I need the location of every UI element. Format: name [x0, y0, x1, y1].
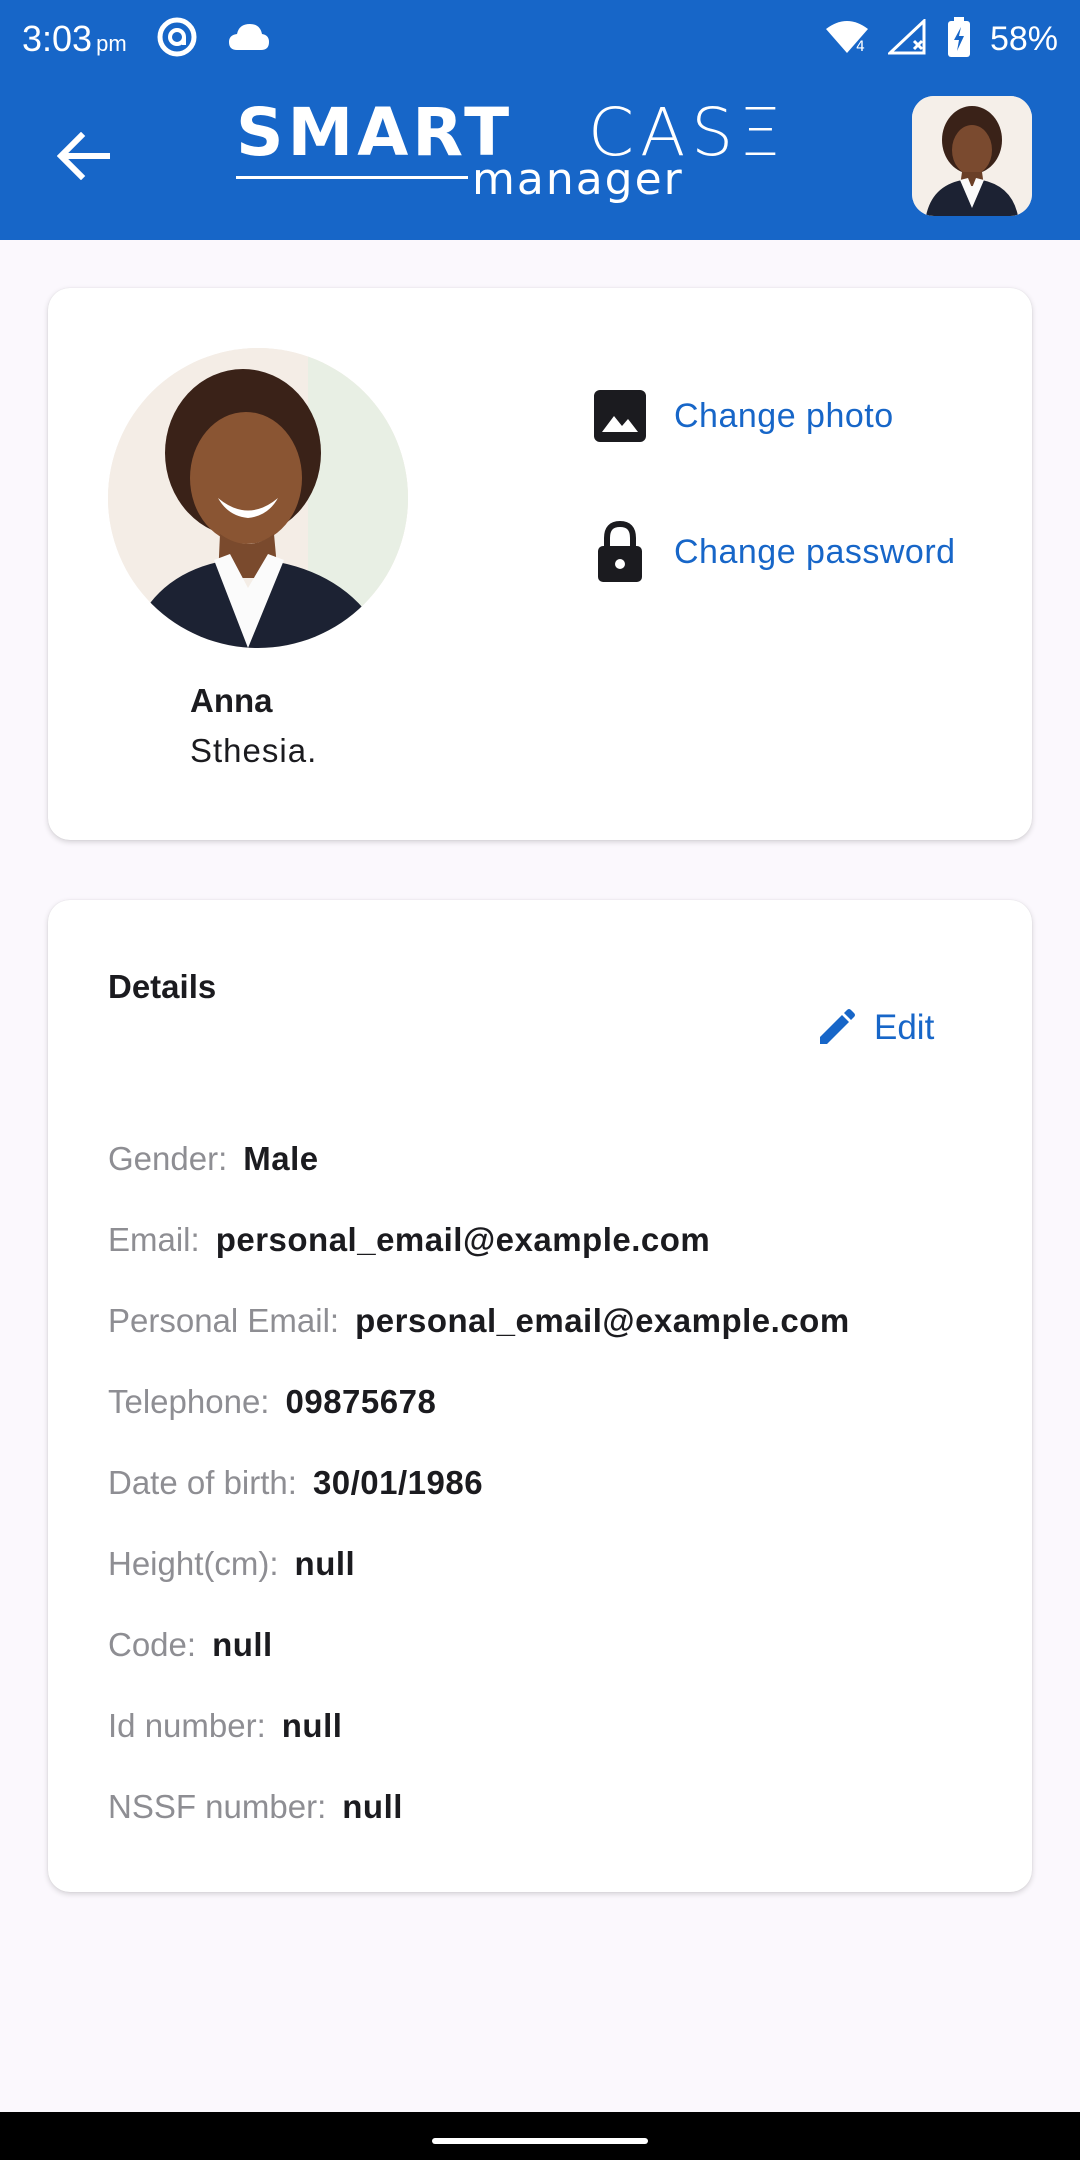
edit-button[interactable]: Edit [816, 1008, 934, 1048]
detail-value: personal_email@example.com [215, 1221, 711, 1258]
logo-manager: manager [472, 154, 684, 205]
detail-row-nssf-number: NSSF number: null [108, 1788, 403, 1826]
detail-value: 30/01/1986 [312, 1464, 484, 1501]
image-icon [594, 390, 646, 442]
battery-percent: 58% [989, 19, 1058, 58]
edit-label: Edit [874, 1008, 935, 1047]
detail-value: null [281, 1707, 343, 1744]
battery-charging-icon [946, 16, 972, 62]
details-card: Details Edit Gender: Male Email: persona… [48, 900, 1032, 1892]
svg-text:4: 4 [856, 39, 865, 55]
profile-avatar [108, 348, 408, 648]
detail-label: Email: [108, 1221, 200, 1258]
status-bar: 3:03 pm 4 58% [0, 0, 1080, 78]
app-logo: SMART CASΞ manager [236, 100, 832, 210]
profile-last-name: Sthesia. [190, 732, 318, 769]
detail-row-height: Height(cm): null [108, 1545, 355, 1583]
detail-label: Date of birth: [108, 1464, 297, 1501]
detail-label: Height(cm): [108, 1545, 279, 1582]
detail-label: NSSF number: [108, 1788, 327, 1825]
pencil-icon [820, 1009, 855, 1044]
change-photo-button[interactable]: Change photo [592, 388, 894, 444]
change-photo-label: Change photo [674, 396, 894, 435]
detail-value: null [342, 1788, 403, 1825]
wifi-icon: 4 [824, 19, 870, 60]
change-password-button[interactable]: Change password [592, 520, 956, 584]
logo-underline [236, 176, 468, 179]
detail-value: null [212, 1626, 273, 1663]
detail-label: Id number: [108, 1707, 266, 1744]
details-title: Details [108, 968, 217, 1005]
detail-row-date-of-birth: Date of birth: 30/01/1986 [108, 1464, 483, 1502]
at-sign-icon [155, 15, 199, 64]
detail-row-personal-email: Personal Email: personal_email@example.c… [108, 1302, 850, 1340]
user-avatar-button[interactable] [912, 96, 1032, 216]
back-button[interactable] [50, 122, 118, 190]
arrow-left-icon [57, 132, 110, 180]
status-time: 3:03 pm [22, 18, 127, 59]
home-gesture-handle[interactable] [432, 2138, 648, 2144]
signal-off-icon [886, 17, 928, 60]
detail-label: Gender: [108, 1140, 228, 1177]
detail-row-telephone: Telephone: 09875678 [108, 1383, 436, 1421]
change-password-label: Change password [674, 532, 956, 571]
profile-first-name: Anna [190, 682, 273, 719]
detail-value: null [294, 1545, 356, 1582]
detail-label: Code: [108, 1626, 197, 1663]
profile-card: Anna Sthesia. Change photo Change passwo… [48, 288, 1032, 840]
detail-value: Male [243, 1140, 319, 1177]
avatar-photo [912, 96, 1032, 216]
status-ampm: pm [96, 31, 127, 56]
detail-value: 09875678 [285, 1383, 437, 1420]
profile-photo [108, 348, 408, 648]
detail-label: Telephone: [108, 1383, 270, 1420]
cloud-icon [227, 22, 271, 57]
system-nav-bar [0, 2112, 1080, 2160]
detail-value: personal_email@example.com [355, 1302, 850, 1339]
detail-row-gender: Gender: Male [108, 1140, 319, 1178]
lock-icon [598, 520, 642, 582]
detail-row-id-number: Id number: null [108, 1707, 342, 1745]
detail-label: Personal Email: [108, 1302, 340, 1339]
detail-row-code: Code: null [108, 1626, 273, 1664]
app-bar: 3:03 pm 4 58% SMART CASΞ manager [0, 0, 1080, 240]
detail-row-email: Email: personal_email@example.com [108, 1221, 710, 1259]
